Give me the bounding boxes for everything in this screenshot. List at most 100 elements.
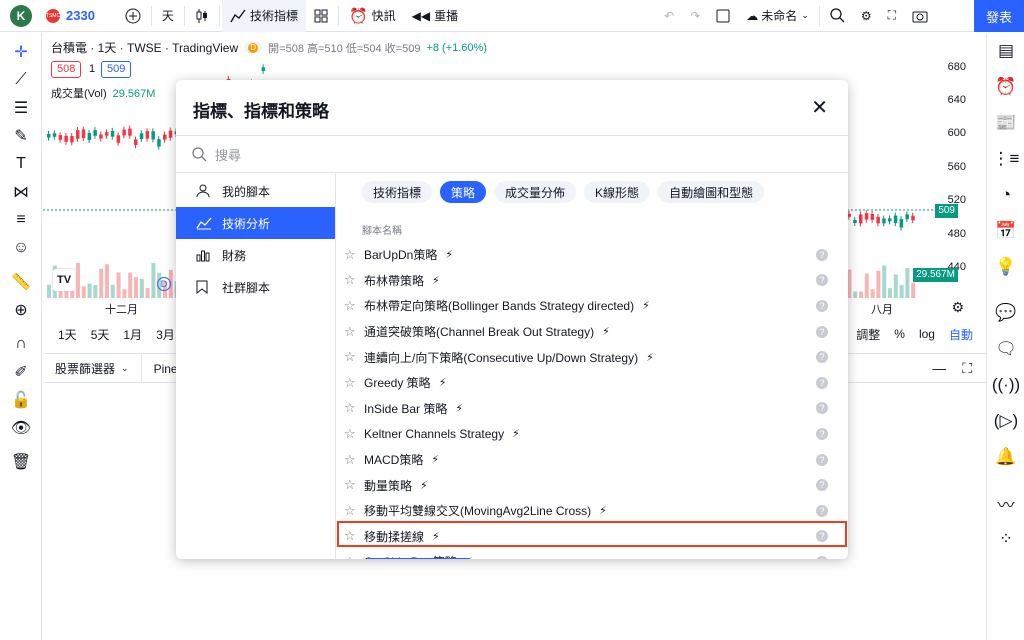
screener-tab[interactable]: 股票篩選器 ⌄ [43, 353, 142, 383]
help-icon[interactable]: ? [816, 248, 828, 261]
crosshair-icon[interactable]: ✛ [0, 38, 42, 66]
zoom-in-icon[interactable]: ⊕ [0, 296, 42, 324]
star-icon[interactable]: ☆ [344, 452, 364, 468]
trash-icon[interactable]: 🗑 [0, 448, 42, 476]
compare-add-icon[interactable] [117, 0, 149, 32]
calendar-icon[interactable]: 📅 [987, 213, 1024, 249]
bid-box[interactable]: 508 [51, 61, 82, 78]
script-row[interactable]: ☆ MACD策略 ⚡? [337, 447, 848, 473]
user-avatar[interactable]: K [10, 4, 32, 27]
script-row[interactable]: ☆ 連續向上/向下策略(Consecutive Up/Down Strategy)… [337, 344, 848, 370]
replay-button[interactable]: ◀◀ 重播 [404, 0, 466, 32]
script-row[interactable]: ☆ 布林帶定向策略(Bollinger Bands Strategy direct… [337, 293, 848, 319]
help-icon[interactable]: ? [816, 402, 828, 415]
ask-box[interactable]: 509 [101, 61, 132, 78]
search-input[interactable]: 搜尋 [215, 145, 241, 164]
chip-indicators[interactable]: 技術指標 [362, 181, 433, 203]
search-icon[interactable] [822, 0, 853, 32]
fib-icon[interactable]: ≡ [0, 206, 42, 234]
redo-icon[interactable]: ↷ [682, 0, 708, 32]
eye-icon[interactable]: 👁 [0, 414, 42, 442]
star-icon[interactable]: ☆ [344, 503, 364, 519]
star-icon[interactable]: ☆ [344, 426, 364, 442]
help-icon[interactable]: ? [816, 504, 828, 517]
trend-line-icon[interactable]: ⟋ [0, 66, 42, 94]
lock-drawing-icon[interactable]: ✐ [0, 358, 42, 386]
lock-icon[interactable]: 🔓 [0, 386, 42, 414]
help-icon[interactable]: ? [816, 351, 828, 364]
price-axis[interactable]: 680 640 600 560 520 480 440 509 29.567M [913, 33, 986, 313]
symbol-search-button[interactable]: 2330 [66, 8, 95, 23]
chip-candlestick-patterns[interactable]: K線形態 [584, 181, 651, 203]
script-row[interactable]: ☆ BarUpDn策略 ⚡? [337, 242, 848, 268]
axis-settings-gear-icon[interactable]: ⚙ [951, 299, 964, 316]
interval-button[interactable]: 天 [154, 0, 182, 32]
tf-1d[interactable]: 1天 [51, 326, 84, 343]
search-bar[interactable]: 搜尋 [176, 135, 848, 173]
script-row[interactable]: ☆ InSide Bar 策略 ⚡? [337, 396, 848, 422]
help-icon[interactable]: ? [816, 325, 828, 338]
pattern-icon[interactable]: ⋈ [0, 178, 42, 206]
script-row[interactable]: ☆ 移動平均雙線交叉(MovingAvg2Line Cross) ⚡? [337, 498, 848, 524]
star-icon[interactable]: ☆ [344, 247, 364, 263]
camera-icon[interactable] [904, 0, 936, 32]
star-icon[interactable]: ☆ [344, 324, 364, 340]
star-icon[interactable]: ☆ [344, 375, 364, 391]
sidebar-item-financials[interactable]: 財務 [176, 239, 335, 271]
horizontal-lines-icon[interactable]: ☰ [0, 94, 42, 122]
undo-icon[interactable]: ↶ [656, 0, 682, 32]
log-button[interactable]: log [912, 327, 942, 341]
ruler-icon[interactable]: 📏 [0, 268, 42, 296]
tf-5d[interactable]: 5天 [84, 326, 117, 343]
script-row[interactable]: ☆ 動量策略 ⚡? [337, 472, 848, 498]
delay-badge[interactable]: D [244, 42, 263, 53]
star-icon[interactable]: ☆ [344, 400, 364, 416]
alert-button[interactable]: ⏰ 快訊 [341, 0, 404, 32]
dom-icon[interactable]: 〰 [987, 485, 1024, 521]
help-icon[interactable]: ? [816, 427, 828, 440]
percent-button[interactable]: % [887, 327, 912, 341]
star-icon[interactable]: ☆ [344, 477, 364, 493]
emoji-icon[interactable]: ☺ [0, 234, 42, 262]
layout-square-icon[interactable] [708, 0, 738, 32]
chart-type-candles-icon[interactable] [187, 0, 217, 32]
auto-button[interactable]: 自動 [942, 326, 980, 343]
sidebar-item-technicals[interactable]: 技術分析 [176, 207, 335, 239]
magnet-icon[interactable]: ∩ [0, 330, 42, 358]
text-tool-icon[interactable]: T [0, 150, 42, 178]
adjust-button[interactable]: 調整 [849, 326, 887, 343]
script-row[interactable]: ☆ 通道突破策略(Channel Break Out Strategy) ⚡? [337, 319, 848, 345]
stream-icon[interactable]: (▷) [987, 403, 1024, 439]
tradingview-logo[interactable]: TV [53, 269, 75, 291]
hotlist-icon[interactable]: ◔ [987, 177, 1024, 213]
bell-icon[interactable]: 🔔 [987, 439, 1024, 475]
star-icon[interactable]: ☆ [344, 298, 364, 314]
help-icon[interactable]: ? [816, 299, 828, 312]
layouts-grid-icon[interactable] [306, 0, 336, 32]
star-icon[interactable]: ☆ [344, 554, 364, 559]
help-icon[interactable]: ? [816, 479, 828, 492]
maximize-icon[interactable]: ⛶ [962, 360, 972, 377]
help-icon[interactable]: ? [816, 376, 828, 389]
brush-icon[interactable]: ✎ [0, 122, 42, 150]
dividend-marker[interactable]: D [157, 277, 171, 291]
sidebar-item-my-scripts[interactable]: 我的腳本 [176, 175, 335, 207]
help-icon[interactable]: ? [816, 453, 828, 466]
dots-grid-icon[interactable]: ⁘ [987, 521, 1024, 557]
star-icon[interactable]: ☆ [344, 272, 364, 288]
broadcast-icon[interactable]: ((·)) [987, 367, 1024, 403]
ideas-bulb-icon[interactable]: 💡 [987, 249, 1024, 285]
news-icon[interactable]: 📰 [987, 105, 1024, 141]
sidebar-item-community[interactable]: 社群腳本 [176, 271, 335, 303]
chip-auto-patterns[interactable]: 自動繪圖和型態 [658, 181, 765, 203]
minimize-icon[interactable]: — [932, 360, 946, 377]
chip-volume-profile[interactable]: 成交量分佈 [494, 181, 577, 203]
alerts-clock-icon[interactable]: ⏰ [987, 69, 1024, 105]
object-tree-icon[interactable]: ⋮≡ [987, 141, 1024, 177]
fullscreen-icon[interactable]: ⛶ [880, 0, 904, 32]
script-row[interactable]: ☆ 布林帶策略 ⚡? [337, 268, 848, 294]
tf-1m[interactable]: 1月 [116, 326, 149, 343]
indicators-button[interactable]: 技術指標 [221, 0, 306, 32]
star-icon[interactable]: ☆ [344, 349, 364, 365]
close-icon[interactable]: ✕ [811, 95, 828, 120]
